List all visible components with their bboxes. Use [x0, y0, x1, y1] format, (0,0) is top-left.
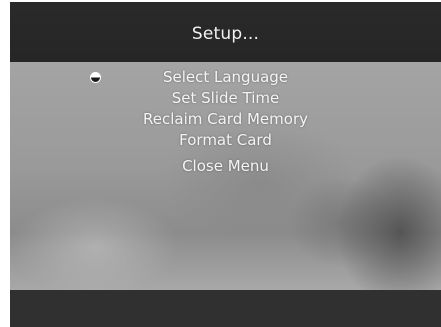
menu-item-close-menu[interactable]: Close Menu: [10, 156, 441, 177]
menu-item-set-slide-time[interactable]: Set Slide Time: [10, 88, 441, 109]
menu-item-format-card[interactable]: Format Card: [10, 130, 441, 151]
menu-item-label: Close Menu: [182, 157, 269, 175]
page-title: Setup...: [191, 24, 260, 44]
bottom-bar: [10, 290, 441, 327]
menu-item-reclaim-card-memory[interactable]: Reclaim Card Memory: [10, 109, 441, 130]
title-bar: Setup...: [10, 2, 441, 62]
menu-item-label: Reclaim Card Memory: [143, 110, 308, 128]
menu-item-label: Format Card: [179, 131, 272, 149]
menu-item-select-language[interactable]: Select Language: [10, 67, 441, 88]
menu-item-label: Select Language: [162, 68, 289, 86]
selection-dot-icon: [90, 72, 101, 83]
setup-screen: Setup... Select Language Set Slide Time …: [10, 2, 441, 327]
menu-item-label: Set Slide Time: [171, 89, 280, 107]
setup-menu: Select Language Set Slide Time Reclaim C…: [10, 67, 441, 177]
